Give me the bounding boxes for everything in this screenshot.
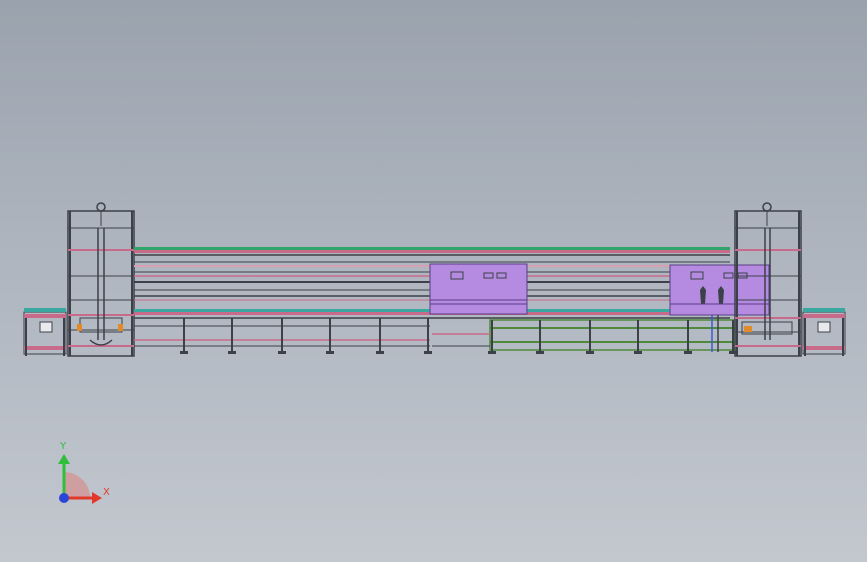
triad-y-arrow <box>58 454 70 464</box>
control-cabinet-left[interactable] <box>429 263 528 315</box>
right-outfeed-table[interactable] <box>802 308 846 356</box>
control-cabinet-right[interactable] <box>669 264 770 316</box>
cad-viewport[interactable]: Y X <box>0 0 867 562</box>
triad-x-arrow <box>92 492 102 504</box>
left-lift-tower[interactable] <box>67 202 135 357</box>
triad-arc <box>64 472 90 498</box>
coordinate-triad <box>58 454 102 504</box>
triad-z-axis <box>59 493 69 503</box>
lower-conveyor[interactable] <box>134 309 730 354</box>
left-infeed-table[interactable] <box>23 308 67 356</box>
triad-x-label: X <box>103 487 110 498</box>
assembly-line-model[interactable] <box>0 0 867 562</box>
triad-y-label: Y <box>60 441 67 452</box>
